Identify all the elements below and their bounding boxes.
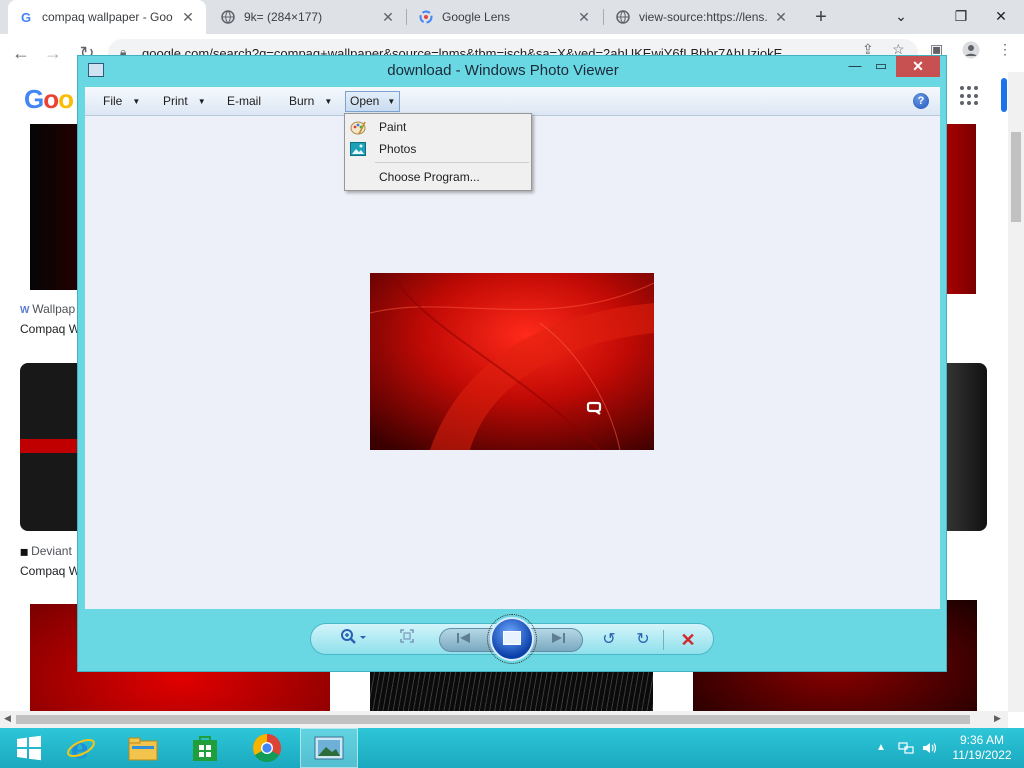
open-dropdown-menu: Paint Photos Choose Program...	[344, 113, 532, 191]
open-menu-label: Open	[350, 94, 380, 108]
close-icon[interactable]: ✕	[576, 9, 592, 26]
svg-text:e: e	[71, 733, 89, 763]
zoom-icon[interactable]	[337, 628, 371, 652]
result-source[interactable]: ◼ Deviant	[20, 544, 72, 558]
tab-title: compaq wallpaper - Goo	[42, 10, 173, 24]
system-clock[interactable]: 9:36 AM 11/19/2022	[948, 733, 1016, 763]
scroll-left-icon[interactable]: ◀	[4, 713, 11, 724]
dropdown-item-label: Choose Program...	[379, 170, 480, 184]
choose-program[interactable]: Choose Program...	[347, 166, 529, 188]
globe-icon	[220, 9, 236, 25]
google-logo[interactable]: Goo	[24, 84, 74, 115]
caret-down-icon: ▼	[387, 97, 396, 106]
caret-down-icon: ▼	[197, 97, 206, 106]
controls-divider	[663, 630, 664, 650]
dropdown-separator	[375, 162, 529, 163]
clock-date: 11/19/2022	[952, 748, 1012, 762]
store-icon[interactable]	[176, 728, 234, 768]
open-with-paint[interactable]: Paint	[347, 116, 529, 138]
rotate-counterclockwise-icon[interactable]: ↺	[597, 628, 621, 652]
photo-viewer-menubar: File ▼ Print ▼ E-mail Burn ▼ Open ▼ ?	[85, 87, 940, 116]
minimize-icon[interactable]: —	[842, 56, 868, 77]
file-menu-label: File	[103, 94, 123, 108]
dropdown-item-label: Photos	[379, 142, 417, 156]
email-button[interactable]: E-mail	[227, 87, 261, 116]
open-with-photos[interactable]: Photos	[347, 138, 529, 160]
tab-9k-image[interactable]: 9k= (284×177) ✕	[210, 0, 406, 34]
scroll-right-icon[interactable]: ▶	[994, 713, 1001, 724]
tab-compaq-wallpaper[interactable]: G compaq wallpaper - Goo ✕	[8, 0, 206, 34]
help-icon[interactable]: ?	[913, 93, 929, 109]
google-apps-icon[interactable]	[960, 86, 980, 106]
restore-icon[interactable]: ❐	[944, 0, 978, 34]
displayed-photo	[370, 273, 654, 450]
photo-viewer-icon[interactable]	[300, 728, 358, 768]
tab-title: 9k= (284×177)	[244, 10, 323, 24]
clock-time: 9:36 AM	[959, 733, 1005, 747]
email-label: E-mail	[227, 94, 262, 108]
tab-google-lens[interactable]: Google Lens ✕	[408, 0, 602, 34]
rotate-clockwise-icon[interactable]: ↻	[631, 628, 655, 652]
sign-in-button[interactable]	[1001, 78, 1007, 112]
close-window-icon[interactable]: ✕	[984, 0, 1018, 34]
start-icon[interactable]	[0, 728, 58, 768]
profile-icon[interactable]	[962, 41, 980, 62]
close-window-button[interactable]: ✕	[896, 56, 940, 77]
window-title: download - Windows Photo Viewer	[387, 62, 619, 79]
network-icon[interactable]	[898, 728, 914, 768]
result-source[interactable]: W Wallpap	[20, 302, 75, 316]
result-title[interactable]: Compaq W	[20, 322, 80, 336]
globe-icon	[615, 9, 631, 25]
caret-down-icon: ▼	[132, 97, 141, 106]
show-hidden-icons[interactable]: ▲	[876, 728, 886, 768]
actual-size-icon[interactable]	[395, 628, 419, 652]
tab-view-source[interactable]: view-source:https://lens. ✕	[605, 0, 799, 34]
photo-viewer-titlebar[interactable]: download - Windows Photo Viewer — ▭ ✕	[78, 56, 946, 86]
google-g-icon: G	[20, 9, 32, 25]
maximize-icon[interactable]: ▭	[868, 56, 894, 77]
internet-explorer-icon[interactable]: e	[52, 728, 110, 768]
paint-icon	[350, 119, 366, 135]
slideshow-icon[interactable]	[487, 614, 537, 664]
windows-taskbar: e ▲ 9:36 AM 11/19/2022	[0, 728, 1024, 768]
close-icon[interactable]: ✕	[773, 9, 789, 26]
close-icon[interactable]: ✕	[380, 9, 396, 26]
photos-icon	[350, 141, 366, 157]
photo-viewer-window: download - Windows Photo Viewer — ▭ ✕ Fi…	[77, 55, 947, 672]
delete-icon[interactable]: ✕	[675, 628, 701, 652]
image-result-thumbnail[interactable]	[940, 363, 987, 531]
file-explorer-icon[interactable]	[114, 728, 172, 768]
browser-tabstrip: G compaq wallpaper - Goo ✕ 9k= (284×177)…	[0, 0, 1024, 34]
image-result-thumbnail[interactable]	[370, 672, 653, 712]
previous-icon[interactable]	[452, 629, 476, 653]
tab-title: Google Lens	[442, 10, 511, 24]
tab-title: view-source:https://lens.	[639, 10, 768, 24]
chrome-icon[interactable]	[238, 728, 296, 768]
open-menu[interactable]: Open ▼	[345, 91, 401, 112]
page-horizontal-scrollbar[interactable]: ◀ ▶	[0, 711, 1008, 728]
image-result-thumbnail[interactable]	[20, 363, 80, 531]
print-menu[interactable]: Print ▼	[163, 87, 206, 116]
page-vertical-scrollbar[interactable]	[1008, 72, 1024, 712]
new-tab-button[interactable]: +	[808, 4, 834, 30]
caret-down-icon: ▼	[324, 97, 333, 106]
print-menu-label: Print	[163, 94, 188, 108]
forward-arrow-icon[interactable]: →	[38, 38, 68, 68]
photo-viewer-controls: ↺ ↻ ✕	[310, 614, 714, 664]
result-title[interactable]: Compaq W	[20, 564, 80, 578]
google-lens-icon	[418, 9, 434, 25]
volume-icon[interactable]	[922, 728, 938, 768]
chevron-down-icon[interactable]: ⌄	[884, 0, 918, 34]
kebab-menu-icon[interactable]: ⋮	[998, 41, 1012, 58]
back-arrow-icon[interactable]: ←	[6, 38, 36, 68]
tab-divider	[603, 9, 604, 25]
dropdown-item-label: Paint	[379, 120, 407, 134]
file-menu[interactable]: File ▼	[103, 87, 140, 116]
burn-menu[interactable]: Burn ▼	[289, 87, 332, 116]
tab-divider	[406, 9, 407, 25]
burn-menu-label: Burn	[289, 94, 315, 108]
close-icon[interactable]: ✕	[180, 9, 196, 26]
next-icon[interactable]	[546, 629, 570, 653]
